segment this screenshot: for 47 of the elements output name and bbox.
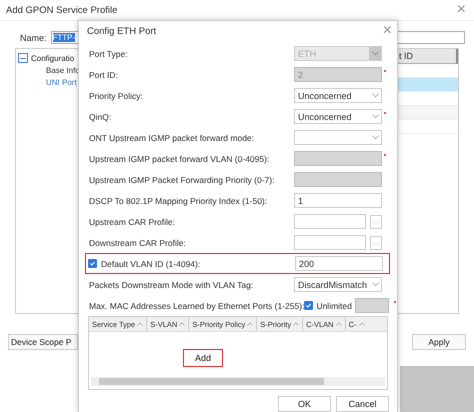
dialog-button[interactable]: Cancel xyxy=(336,396,389,412)
collapse-icon[interactable] xyxy=(18,53,28,63)
field-label: Port ID: xyxy=(89,70,118,80)
sort-icon xyxy=(336,322,342,326)
field-label: Max. MAC Addresses Learned by Ethernet Ports (1-255): xyxy=(89,300,304,310)
chevron-icon xyxy=(372,135,378,140)
field-label: DSCP To 802.1P Mapping Priority Index (1-50): xyxy=(89,196,268,206)
field-label: Name: xyxy=(20,32,47,42)
input-field[interactable] xyxy=(294,214,366,229)
checkbox-label: Unlimited xyxy=(316,300,352,310)
field-label: Downstream CAR Profile: xyxy=(89,238,186,248)
column-header[interactable]: t ID xyxy=(399,51,414,61)
sort-icon xyxy=(179,322,186,326)
input-field[interactable]: 1 xyxy=(294,193,382,208)
field-label: Default VLAN ID (1-4094): xyxy=(101,258,200,268)
dialog-button[interactable]: OK xyxy=(278,396,331,412)
dropdown[interactable]: Unconcerned xyxy=(294,88,382,103)
chevron-icon xyxy=(372,114,378,119)
field-label: Priority Policy: xyxy=(89,90,143,100)
field-label: QinQ: xyxy=(89,112,112,122)
chevron-icon xyxy=(372,51,378,56)
dialog-button[interactable]: Device Scope P xyxy=(8,334,78,350)
field-label: Upstream IGMP packet forward VLAN (0-4095): xyxy=(89,154,270,164)
dialog-title: Config ETH Port xyxy=(87,26,156,36)
field-label: ONT Upstream IGMP packet forward mode: xyxy=(89,132,254,142)
sort-icon xyxy=(358,322,365,326)
sort-icon xyxy=(137,322,144,326)
field-label: Packets Downstream Mode with VLAN Tag: xyxy=(89,280,254,290)
tree-item[interactable]: UNI Port xyxy=(46,78,77,87)
field-label: Upstream IGMP Packet Forwarding Priority (0-7): xyxy=(89,174,274,184)
scrollbar[interactable] xyxy=(91,377,385,386)
field-label: Port Type: xyxy=(89,48,128,58)
input-field[interactable] xyxy=(294,235,366,250)
sort-icon xyxy=(247,322,254,326)
chevron-icon xyxy=(372,93,378,98)
window-title: Add GPON Service Profile xyxy=(6,4,118,16)
checkbox[interactable] xyxy=(88,259,97,268)
dropdown[interactable] xyxy=(294,130,382,145)
add-button[interactable]: Add xyxy=(183,348,223,366)
chevron-icon xyxy=(372,282,378,287)
input-field[interactable]: 200 xyxy=(295,256,383,271)
dropdown[interactable]: DiscardMismatch xyxy=(294,277,382,292)
dialog-button[interactable]: Apply xyxy=(412,334,466,350)
tree-item[interactable]: Configuratio xyxy=(31,54,74,62)
field-label: Upstream CAR Profile: xyxy=(89,216,175,226)
sort-icon xyxy=(293,322,300,326)
dropdown[interactable]: Unconcerned xyxy=(294,109,382,124)
